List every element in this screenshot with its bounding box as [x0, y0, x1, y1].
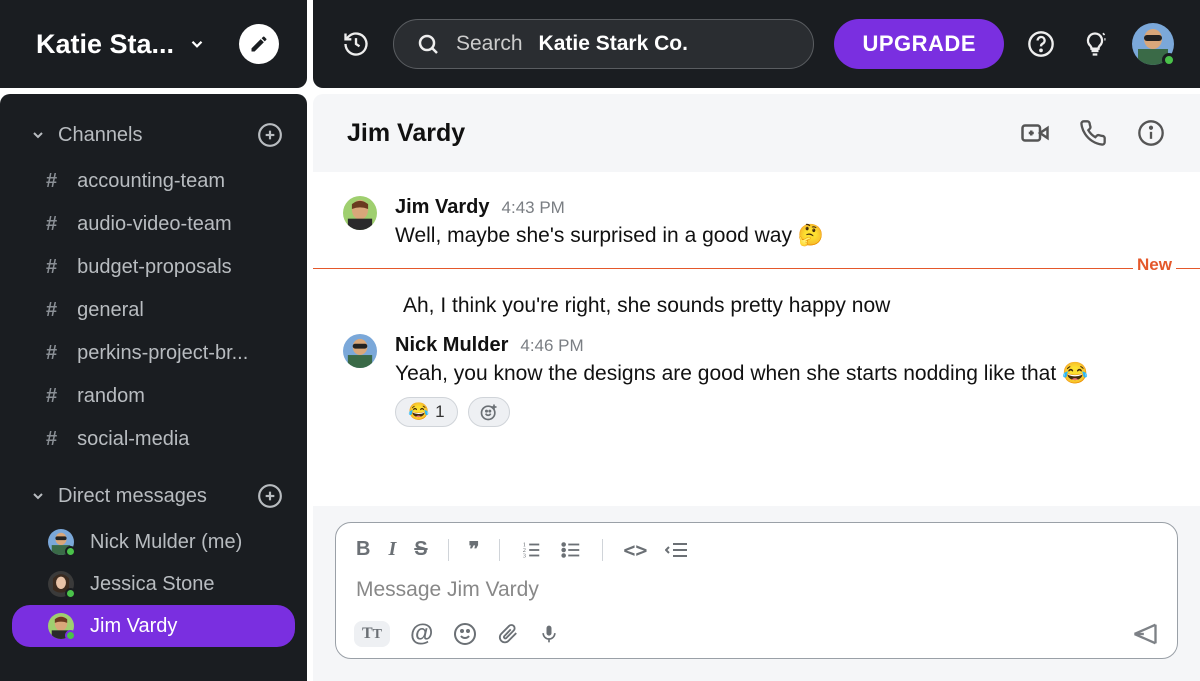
hash-icon: # — [46, 170, 57, 193]
italic-icon[interactable]: I — [388, 538, 396, 561]
workspace-switcher[interactable]: Katie Sta... — [0, 0, 307, 88]
conversation-header: Jim Vardy — [313, 94, 1200, 172]
sidebar-channel[interactable]: #general — [0, 289, 307, 332]
message[interactable]: Ah, I think you're right, she sounds pre… — [343, 283, 1170, 327]
ordered-list-icon[interactable]: 123 — [520, 539, 542, 561]
ideas-icon[interactable] — [1078, 27, 1112, 61]
message-author[interactable]: Jim Vardy — [395, 196, 490, 219]
chevron-down-icon — [30, 127, 46, 143]
message[interactable]: Jim Vardy 4:43 PM Well, maybe she's surpr… — [343, 190, 1170, 257]
sidebar-channel[interactable]: #accounting-team — [0, 160, 307, 203]
search-input[interactable]: Search Katie Stark Co. — [393, 19, 814, 69]
dm-item-jim[interactable]: Jim Vardy — [12, 605, 295, 647]
add-reaction-button[interactable] — [468, 397, 510, 427]
hash-icon: # — [46, 299, 57, 322]
channels-header[interactable]: Channels — [0, 116, 307, 154]
bold-icon[interactable]: B — [356, 538, 370, 561]
hash-icon: # — [46, 428, 57, 451]
upgrade-button[interactable]: UPGRADE — [834, 19, 1004, 69]
dm-item-nick[interactable]: Nick Mulder (me) — [12, 521, 295, 563]
sidebar-channel[interactable]: #perkins-project-br... — [0, 332, 307, 375]
new-divider: New — [343, 259, 1170, 277]
conversation-title[interactable]: Jim Vardy — [347, 119, 465, 148]
strike-icon[interactable]: S — [414, 538, 427, 561]
send-button[interactable] — [1131, 620, 1159, 648]
add-dm-button[interactable] — [257, 483, 283, 509]
history-icon[interactable] — [339, 27, 373, 61]
chevron-down-icon — [30, 488, 46, 504]
sidebar-channel[interactable]: #audio-video-team — [0, 203, 307, 246]
dm-item-jessica[interactable]: Jessica Stone — [12, 563, 295, 605]
hash-icon: # — [46, 385, 57, 408]
message[interactable]: Nick Mulder 4:46 PM Yeah, you know the de… — [343, 328, 1170, 433]
format-toolbar: B I S ❞ 123 <> — [354, 533, 1159, 572]
avatar[interactable] — [343, 334, 377, 368]
search-org: Katie Stark Co. — [539, 32, 688, 56]
search-label: Search — [456, 32, 523, 56]
hash-icon: # — [46, 342, 57, 365]
call-icon[interactable] — [1078, 118, 1108, 148]
add-channel-button[interactable] — [257, 122, 283, 148]
sidebar-channel[interactable]: #budget-proposals — [0, 246, 307, 289]
compose-button[interactable] — [239, 24, 279, 64]
attach-icon[interactable] — [497, 622, 519, 646]
composer[interactable]: B I S ❞ 123 <> Message Jim Vardy TT — [335, 522, 1178, 659]
message-time: 4:43 PM — [502, 198, 565, 218]
quote-icon[interactable]: ❞ — [469, 537, 480, 562]
message-list: Jim Vardy 4:43 PM Well, maybe she's surpr… — [313, 172, 1200, 506]
mic-icon[interactable] — [539, 622, 559, 646]
mention-icon[interactable]: @ — [410, 620, 433, 648]
workspace-name: Katie Sta... — [36, 29, 174, 60]
avatar[interactable] — [343, 196, 377, 230]
message-text: Ah, I think you're right, she sounds pre… — [403, 291, 1170, 321]
text-style-icon[interactable]: TT — [354, 621, 390, 647]
code-icon[interactable]: <> — [623, 538, 647, 562]
chevron-down-icon — [188, 35, 206, 53]
message-text: Yeah, you know the designs are good when… — [395, 359, 1170, 389]
info-icon[interactable] — [1136, 118, 1166, 148]
message-text: Well, maybe she's surprised in a good wa… — [395, 221, 1170, 251]
sidebar-channel[interactable]: #social-media — [0, 418, 307, 461]
presence-indicator — [1162, 53, 1176, 67]
message-author[interactable]: Nick Mulder — [395, 334, 508, 357]
sidebar: Channels #accounting-team#audio-video-te… — [0, 94, 307, 681]
message-time: 4:46 PM — [520, 336, 583, 356]
emoji-icon[interactable] — [453, 622, 477, 646]
sidebar-channel[interactable]: #random — [0, 375, 307, 418]
message-input[interactable]: Message Jim Vardy — [354, 572, 1159, 612]
search-icon — [416, 32, 440, 56]
user-avatar[interactable] — [1132, 23, 1174, 65]
hash-icon: # — [46, 213, 57, 236]
codeblock-icon[interactable] — [665, 539, 689, 561]
dm-header[interactable]: Direct messages — [0, 477, 307, 515]
add-video-icon[interactable] — [1020, 118, 1050, 148]
reaction[interactable]: 😂1 — [395, 397, 458, 427]
bullet-list-icon[interactable] — [560, 539, 582, 561]
help-icon[interactable] — [1024, 27, 1058, 61]
hash-icon: # — [46, 256, 57, 279]
svg-text:3: 3 — [523, 552, 526, 559]
